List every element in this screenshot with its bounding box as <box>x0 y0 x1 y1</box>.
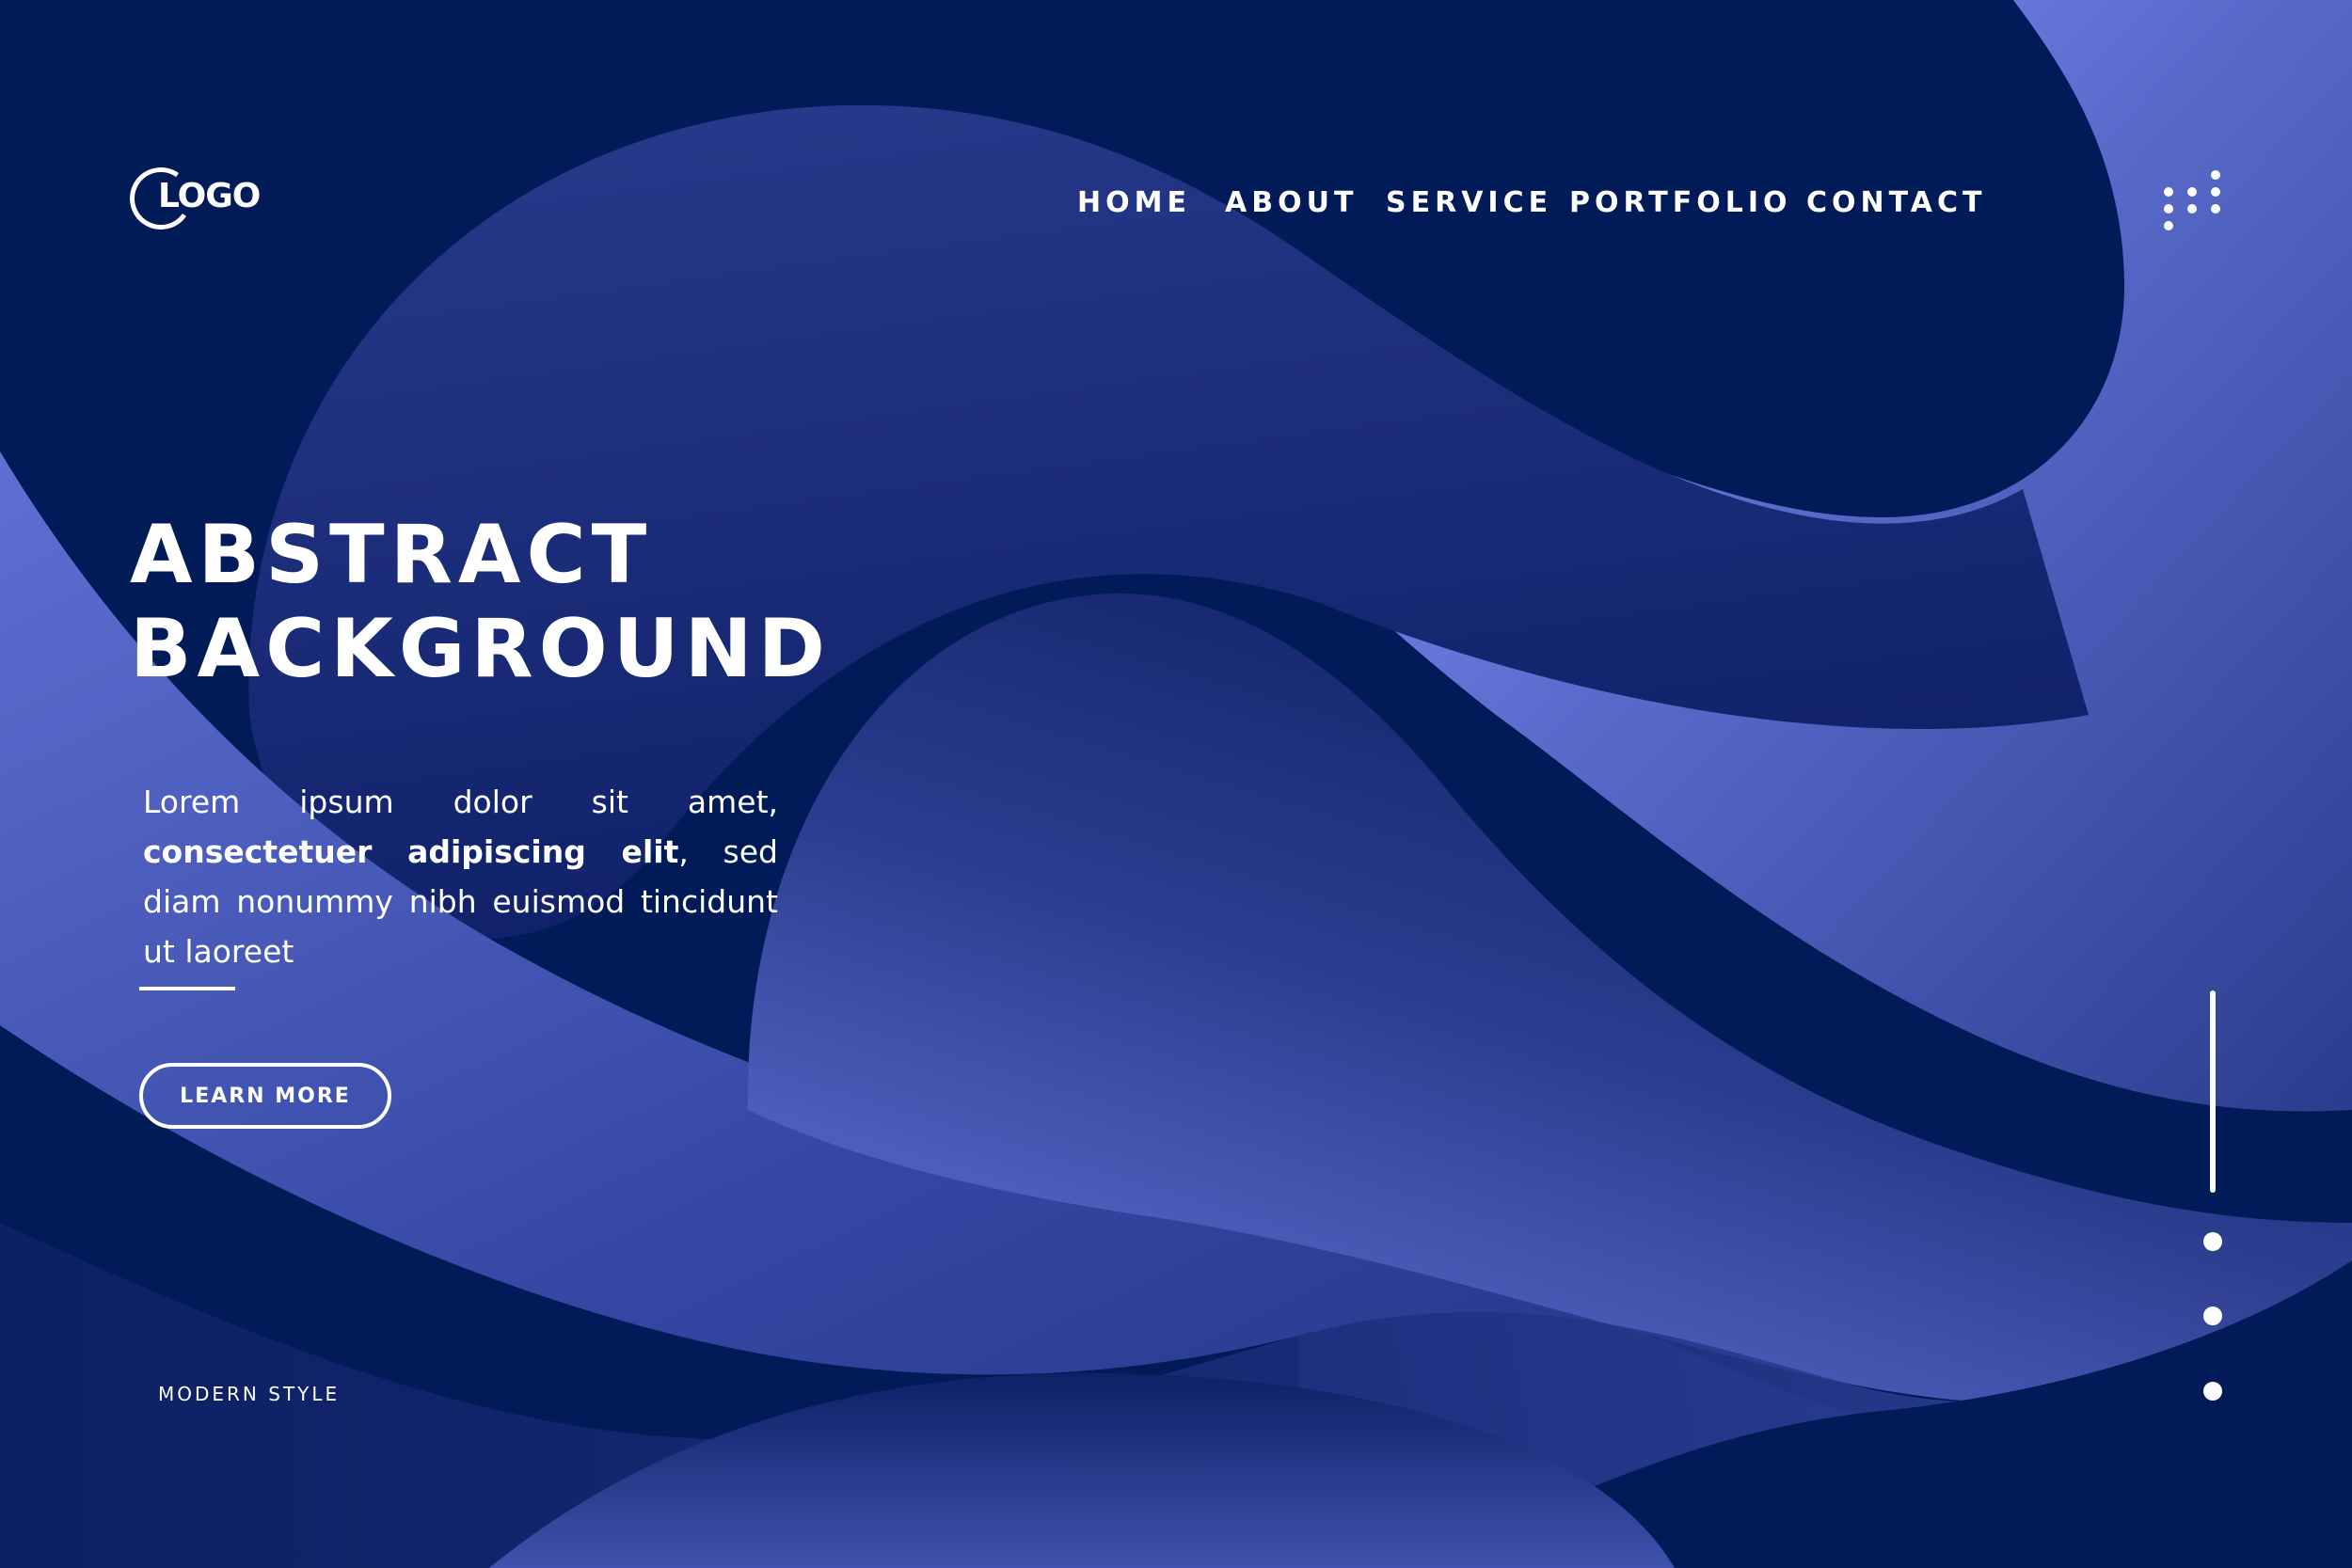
hero-title-line-2: BACKGROUND <box>130 602 831 696</box>
hero-title-line-1: ABSTRACT <box>130 508 653 602</box>
slider-dot[interactable] <box>2203 1307 2222 1325</box>
slider-dot[interactable] <box>2203 1382 2222 1401</box>
nav-item-contact[interactable]: CONTACT <box>1806 184 1986 222</box>
nav-item-home[interactable]: HOME <box>1077 184 1191 222</box>
logo[interactable]: LOGO <box>124 162 271 244</box>
tagline: MODERN STYLE <box>158 1383 341 1405</box>
logo-text: LOGO <box>158 177 261 215</box>
hero-title: ABSTRACT BACKGROUND <box>130 508 831 696</box>
learn-more-button[interactable]: LEARN MORE <box>139 1063 391 1129</box>
nav-item-portfolio[interactable]: PORTFOLIO <box>1569 184 1791 222</box>
hero-description: Lorem ipsum dolor sit amet, consectetuer… <box>143 777 778 976</box>
divider-line <box>139 987 235 990</box>
hero-text-bold: consectetuer adipiscing elit <box>143 833 679 870</box>
landing-page: LOGO HOME ABOUT SERVICE PORTFOLIO CONTAC… <box>0 0 2352 1568</box>
slider-dot[interactable] <box>2203 1232 2222 1251</box>
nav-item-service[interactable]: SERVICE <box>1386 184 1552 222</box>
dots-grid-icon[interactable] <box>2154 167 2230 233</box>
slider-active-indicator[interactable] <box>2210 990 2216 1193</box>
nav-item-about[interactable]: ABOUT <box>1225 184 1358 222</box>
hero-text-part-1: Lorem ipsum dolor sit amet, <box>143 784 778 820</box>
